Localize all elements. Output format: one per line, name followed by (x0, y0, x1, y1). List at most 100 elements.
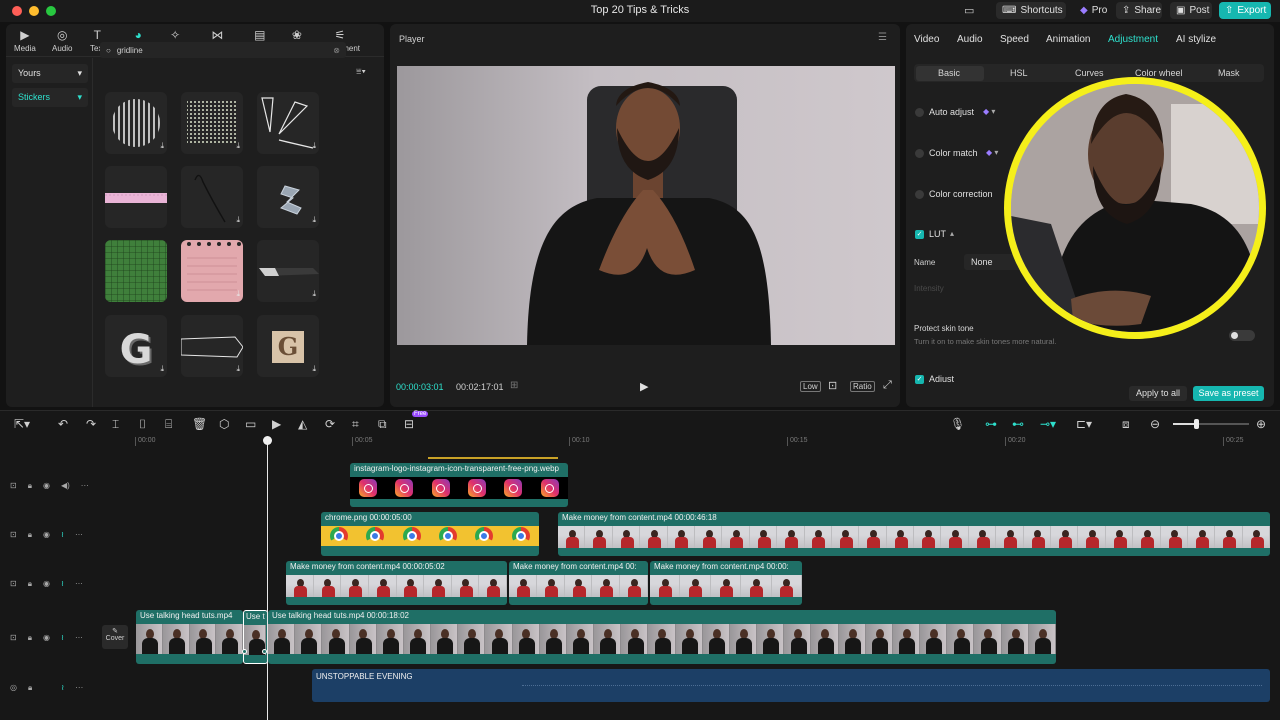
lock-icon[interactable]: 🔒︎ (28, 633, 32, 643)
eye-icon[interactable]: ◉ (43, 481, 50, 491)
property-tab-ai-stylize[interactable]: AI stylize (1176, 34, 1216, 45)
property-tab-video[interactable]: Video (914, 34, 939, 45)
magnet-icon[interactable]: ⊷ (1012, 417, 1024, 431)
property-tab-speed[interactable]: Speed (1000, 34, 1029, 45)
zoom-out-icon[interactable]: ⊖ (1150, 417, 1160, 431)
zoom-in-icon[interactable]: ⊕ (1256, 417, 1266, 431)
adjust-checkbox[interactable]: ✓ (915, 375, 924, 384)
download-icon[interactable]: ⤓ (312, 141, 316, 151)
share-button[interactable]: ⇪ Share (1116, 2, 1162, 19)
effect-bar[interactable] (428, 457, 558, 459)
screenshot-icon[interactable]: ⊡ (828, 379, 837, 392)
category-dropdown[interactable]: Yours ▾ (12, 64, 88, 83)
lock-icon[interactable]: 🔒︎ (28, 579, 32, 589)
fullscreen-icon[interactable]: ⤢ (883, 379, 892, 392)
link-icon[interactable]: ⊶ (985, 417, 997, 431)
sticker-tile[interactable]: ⤓ (181, 92, 243, 154)
clip-talking-main[interactable]: Use talking head tuts.mp4 00:00:18:02 (268, 610, 1056, 664)
marker-icon[interactable]: ⬡ (219, 417, 229, 431)
track-zoom-icon[interactable]: ⊏▾ (1076, 417, 1092, 431)
pro-button[interactable]: ◆ Pro (1074, 2, 1110, 19)
download-icon[interactable]: ⤓ (236, 289, 240, 299)
clip-talking-selected[interactable]: Use t (243, 610, 268, 664)
sticker-tile[interactable]: ⤓ (257, 166, 319, 228)
clip-money-b[interactable]: Make money from content.mp4 00: (509, 561, 648, 605)
reverse-icon[interactable]: ▶ (272, 417, 281, 431)
redo-icon[interactable]: ↷ (86, 417, 96, 431)
ratio-button[interactable]: Ratio (850, 381, 875, 392)
filter-icon[interactable]: ⩸▾ (356, 66, 366, 77)
property-tab-adjustment[interactable]: Adjustment (1108, 34, 1158, 45)
download-icon[interactable]: ⤓ (312, 289, 316, 299)
more-icon[interactable]: ··· (75, 579, 83, 589)
menu-icon[interactable]: ☰ (878, 32, 887, 43)
sticker-tile[interactable] (105, 166, 167, 228)
download-icon[interactable]: ⤓ (236, 141, 240, 151)
eye-icon[interactable]: ◉ (43, 579, 50, 589)
tab-media[interactable]: ▶ Media (14, 28, 36, 53)
zoom-slider[interactable] (1173, 419, 1249, 429)
property-tab-audio[interactable]: Audio (957, 34, 983, 45)
playhead[interactable] (267, 438, 268, 720)
timecode-grid-icon[interactable]: ⊞ (510, 380, 518, 391)
clear-search-icon[interactable]: ⊗ (333, 46, 340, 55)
post-button[interactable]: ▣ Post (1170, 2, 1212, 19)
play-button[interactable]: ▶ (640, 380, 648, 393)
property-tab-animation[interactable]: Animation (1046, 34, 1090, 45)
video-preview[interactable] (397, 66, 895, 345)
microphone-icon[interactable]: 🎙︎ (950, 417, 965, 431)
mirror-icon[interactable]: ◭ (298, 417, 307, 431)
color-match-toggle[interactable] (915, 149, 924, 158)
audio-wave-icon[interactable]: ≀ (61, 633, 64, 643)
save-as-preset-button[interactable]: Save as preset (1193, 386, 1264, 401)
clip-chrome[interactable]: chrome.png 00:00:05:00 (321, 512, 539, 556)
fit-icon[interactable]: ⧈ (1122, 417, 1130, 432)
clip-money-c[interactable]: Make money from content.mp4 00:00: (650, 561, 802, 605)
protect-skin-switch[interactable] (1229, 330, 1255, 341)
undo-icon[interactable]: ↶ (58, 417, 68, 431)
tab-audio[interactable]: ◎ Audio (52, 28, 72, 53)
layout-icon[interactable]: ▭ (964, 4, 974, 17)
auto-reframe-icon[interactable]: ⧉ (378, 417, 387, 432)
sticker-tile[interactable]: ⤓ (257, 240, 319, 302)
lut-checkbox[interactable]: ✓ (915, 230, 924, 239)
search-input[interactable]: ○ gridline ⊗ (100, 42, 346, 58)
lock-icon[interactable]: 🔒︎ (28, 683, 32, 693)
eye-icon[interactable]: ◉ (43, 633, 50, 643)
sticker-tile[interactable] (105, 240, 167, 302)
sticker-tile[interactable]: ⤓ (181, 166, 243, 228)
download-icon[interactable]: ⤓ (160, 141, 164, 151)
more-icon[interactable]: ··· (75, 683, 83, 693)
delete-icon[interactable]: 🗑︎ (192, 417, 207, 431)
lock-icon[interactable]: 🔒︎ (28, 481, 32, 491)
audio-wave-icon[interactable]: ≀ (61, 683, 64, 693)
lock-icon[interactable]: 🔒︎ (28, 530, 32, 540)
quality-button[interactable]: Low (800, 381, 821, 392)
subtab-basic[interactable]: Basic (938, 68, 960, 78)
subtab-mask[interactable]: Mask (1218, 68, 1240, 78)
sticker-tile[interactable]: G ⤓ (257, 315, 319, 377)
more-icon[interactable]: ··· (81, 481, 89, 491)
download-icon[interactable]: ⤓ (236, 364, 240, 374)
eye-icon[interactable]: ◉ (43, 530, 50, 540)
clip-money-long[interactable]: Make money from content.mp4 00:00:46:18 (558, 512, 1270, 556)
freeze-icon[interactable]: ▭ (245, 417, 256, 431)
zoom-slider-handle[interactable] (1194, 419, 1199, 429)
sticker-tile[interactable]: ⤓ (105, 92, 167, 154)
split-right-icon[interactable]: ⌸ (165, 417, 172, 432)
sticker-tile[interactable]: ⤓ (181, 315, 243, 377)
rotate-icon[interactable]: ⟳ (325, 417, 335, 431)
clip-talking-a[interactable]: Use talking head tuts.mp4 (136, 610, 243, 664)
preview-axis-icon[interactable]: ⊸▾ (1040, 417, 1056, 431)
ai-edit-icon[interactable]: ⊟ (404, 417, 414, 431)
audio-wave-icon[interactable]: ≀ (61, 530, 64, 540)
more-icon[interactable]: ··· (75, 530, 83, 540)
apply-to-all-button[interactable]: Apply to all (1129, 386, 1187, 401)
subtab-curves[interactable]: Curves (1075, 68, 1104, 78)
download-icon[interactable]: ⤓ (160, 364, 164, 374)
more-icon[interactable]: ··· (75, 633, 83, 643)
download-icon[interactable]: ⤓ (312, 364, 316, 374)
audio-wave-icon[interactable]: ≀ (61, 579, 64, 589)
subtab-hsl[interactable]: HSL (1010, 68, 1028, 78)
category-item-stickers[interactable]: Stickers ▾ (12, 88, 88, 107)
